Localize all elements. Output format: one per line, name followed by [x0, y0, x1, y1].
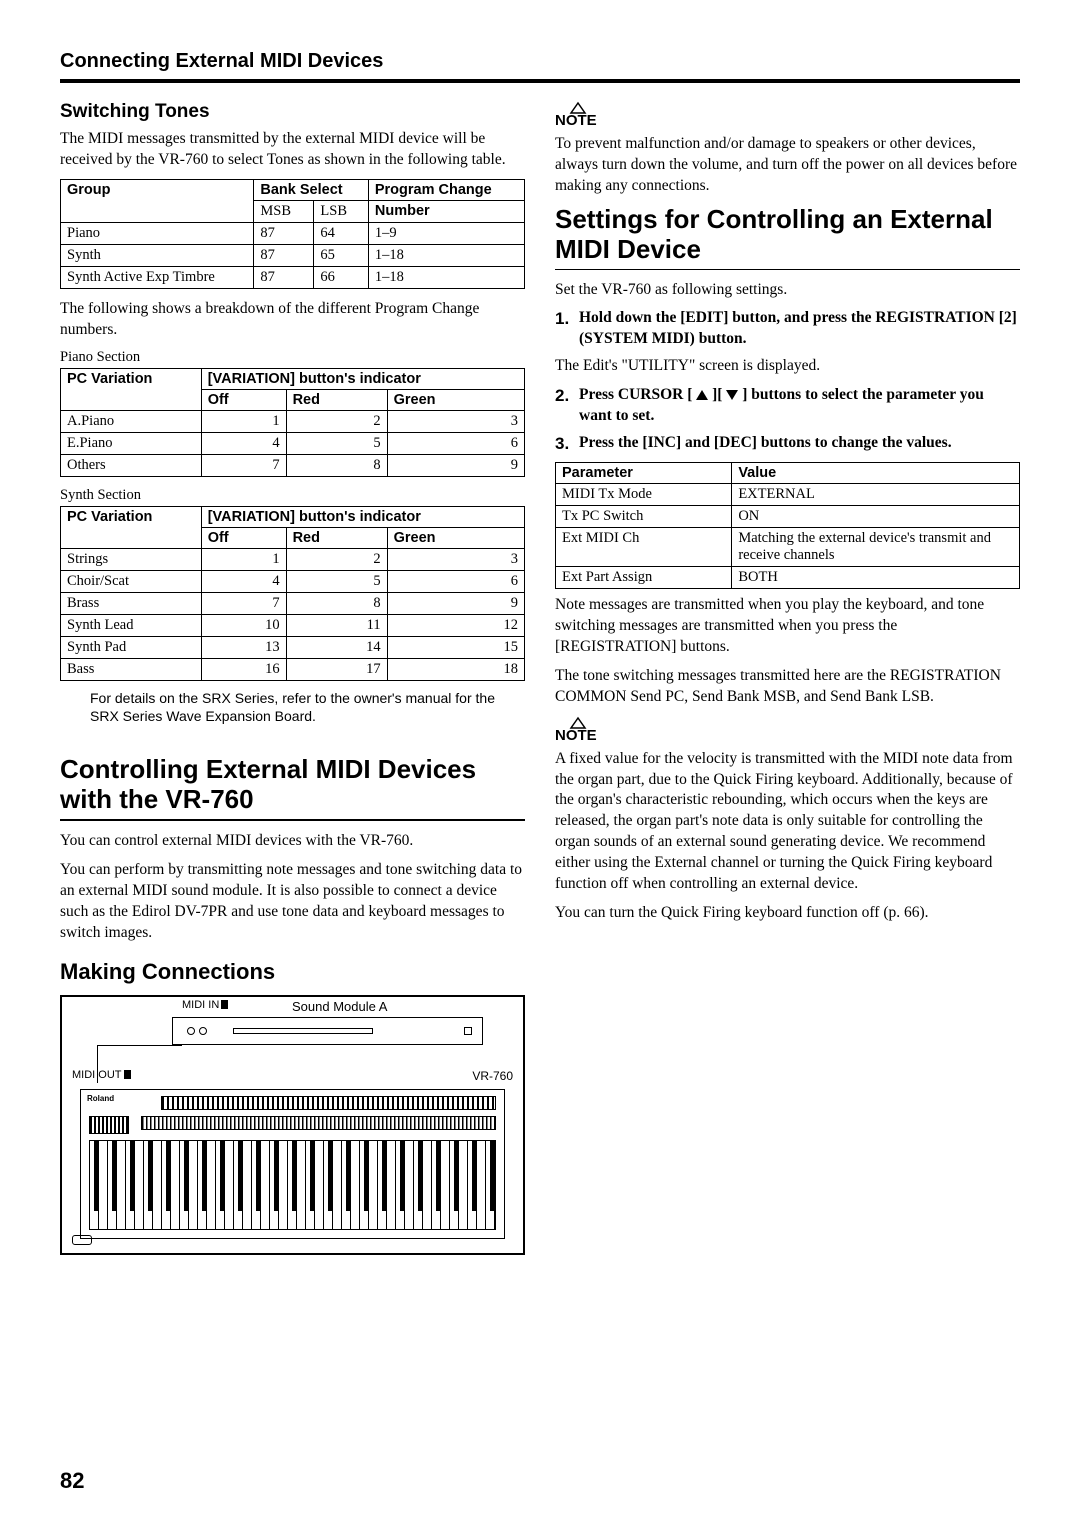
table-row: Piano 87 64 1–9 [61, 222, 525, 244]
control-text-1: You can control external MIDI devices wi… [60, 831, 525, 852]
quickfiring-text: You can turn the Quick Firing keyboard f… [555, 903, 1020, 924]
th-number: Number [368, 200, 524, 222]
vr760-label: VR-760 [472, 1069, 513, 1083]
th-pc: Program Change [368, 179, 524, 200]
connection-diagram: MIDI IN Sound Module A MIDI OUT VR-760 R… [60, 995, 525, 1255]
srx-note: For details on the SRX Series, refer to … [90, 689, 525, 725]
control-text-2: You can perform by transmitting note mes… [60, 860, 525, 944]
th-group: Group [61, 179, 254, 222]
th-bank: Bank Select [254, 179, 368, 200]
midi-plug-icon [124, 1070, 131, 1079]
left-column: Switching Tones The MIDI messages transm… [60, 101, 525, 1255]
note-2-text: A fixed value for the velocity is transm… [555, 749, 1020, 895]
notemsg-text: Note messages are transmitted when you p… [555, 595, 1020, 658]
page-header: Connecting External MIDI Devices [60, 50, 1020, 73]
table-row: MIDI Tx ModeEXTERNAL [556, 484, 1020, 506]
settings-heading: Settings for Controlling an External MID… [555, 205, 1020, 265]
step-1: 1. Hold down the [EDIT] button, and pres… [555, 308, 1020, 350]
midi-out-label: MIDI OUT [72, 1069, 122, 1081]
page-number: 82 [60, 1468, 84, 1494]
utility-text: The Edit's "UTILITY" screen is displayed… [555, 356, 1020, 377]
table-row: Tx PC SwitchON [556, 506, 1020, 528]
midi-in-label: MIDI IN [182, 999, 219, 1011]
note-icon: NOTE [555, 101, 1020, 134]
synth-section-label: Synth Section [60, 487, 525, 504]
table-row: Synth 87 65 1–18 [61, 244, 525, 266]
controlling-rule [60, 819, 525, 821]
switching-tones-text: The MIDI messages transmitted by the ext… [60, 129, 525, 171]
cursor-down-icon [726, 390, 738, 400]
th-msb: MSB [254, 200, 314, 222]
port-icon [72, 1235, 92, 1245]
header-rule [60, 79, 1020, 83]
table-row: Ext MIDI ChMatching the external device'… [556, 528, 1020, 567]
step-2: 2. Press CURSOR [ ][ ] buttons to select… [555, 385, 1020, 427]
th-lsb: LSB [314, 200, 368, 222]
table-row: Brass789 [61, 592, 525, 614]
sound-module-label: Sound Module A [292, 999, 387, 1014]
note-icon: NOTE [555, 716, 1020, 749]
step-3: 3. Press the [INC] and [DEC] buttons to … [555, 433, 1020, 456]
content-columns: Switching Tones The MIDI messages transm… [60, 101, 1020, 1255]
svg-text:NOTE: NOTE [555, 112, 597, 129]
controlling-heading: Controlling External MIDI Devices with t… [60, 755, 525, 815]
tonemsg-text: The tone switching messages transmitted … [555, 666, 1020, 708]
synth-section-table: PC Variation [VARIATION] button's indica… [60, 506, 525, 681]
table-row: Synth Pad131415 [61, 636, 525, 658]
table-row: Others789 [61, 454, 525, 476]
table-row: Synth Lead101112 [61, 614, 525, 636]
piano-section-table: PC Variation [VARIATION] button's indica… [60, 368, 525, 477]
sound-module-box: MIDI IN Sound Module A [172, 1017, 483, 1045]
note-1-text: To prevent malfunction and/or damage to … [555, 134, 1020, 197]
table-row: Choir/Scat456 [61, 570, 525, 592]
table-row: A.Piano123 [61, 410, 525, 432]
table-row: Bass161718 [61, 658, 525, 680]
table-row: E.Piano456 [61, 432, 525, 454]
cursor-up-icon [696, 390, 708, 400]
piano-section-label: Piano Section [60, 349, 525, 366]
vr760-keyboard: Roland [80, 1089, 505, 1239]
midi-plug-icon [221, 1000, 228, 1009]
table-row: Strings123 [61, 548, 525, 570]
switching-tones-heading: Switching Tones [60, 101, 525, 123]
bank-select-table: Group Bank Select Program Change MSB LSB… [60, 179, 525, 289]
table-row: Synth Active Exp Timbre 87 66 1–18 [61, 266, 525, 288]
making-connections-heading: Making Connections [60, 959, 525, 985]
svg-text:NOTE: NOTE [555, 727, 597, 744]
set-vr-text: Set the VR-760 as following settings. [555, 280, 1020, 301]
settings-rule [555, 269, 1020, 270]
breakdown-text: The following shows a breakdown of the d… [60, 299, 525, 341]
right-column: NOTE To prevent malfunction and/or damag… [555, 101, 1020, 1255]
parameter-table: Parameter Value MIDI Tx ModeEXTERNAL Tx … [555, 462, 1020, 589]
table-row: Ext Part AssignBOTH [556, 567, 1020, 589]
